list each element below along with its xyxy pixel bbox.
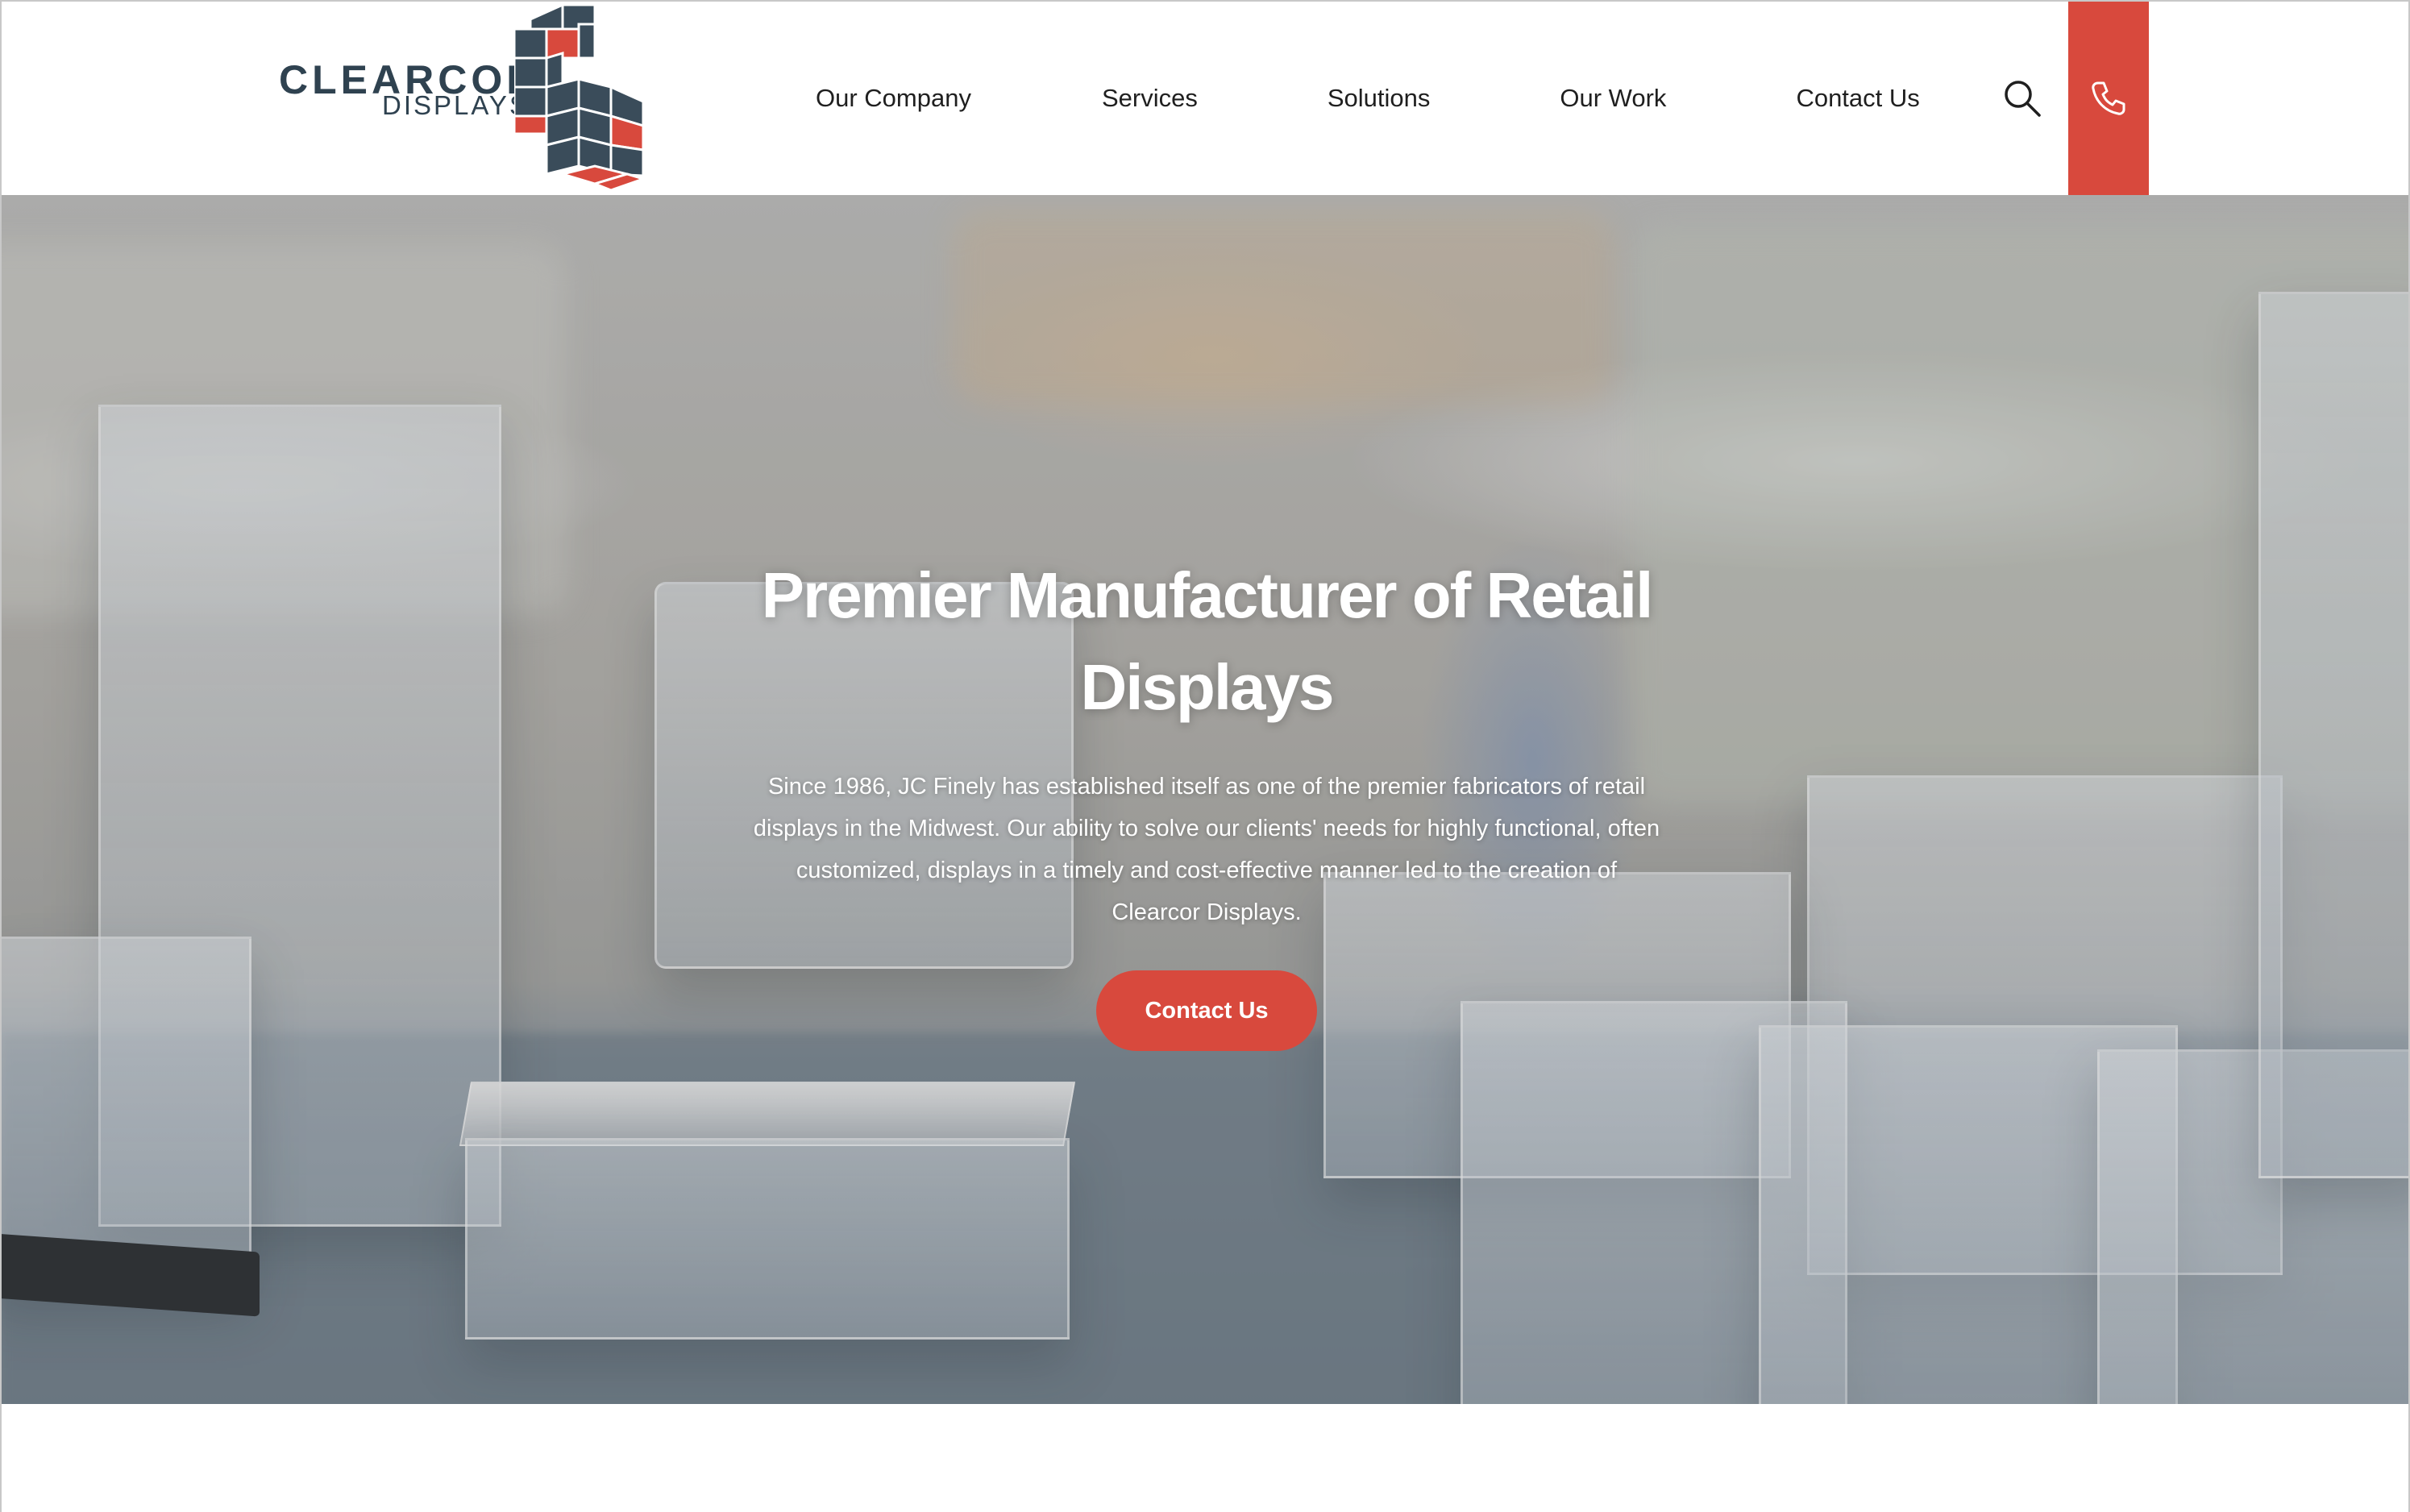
- site-header: CLEARCOR DISPLAYS Our Company Services S…: [2, 2, 2408, 195]
- hero-description: Since 1986, JC Finely has established it…: [753, 774, 1660, 925]
- logo-wordmark-displays: DISPLAYS: [382, 90, 530, 120]
- nav-solutions[interactable]: Solutions: [1328, 76, 1431, 121]
- main-nav: Our Company Services Solutions Our Work …: [775, 2, 1920, 195]
- nav-our-work[interactable]: Our Work: [1560, 76, 1666, 121]
- search-button[interactable]: [2002, 78, 2042, 118]
- nav-services[interactable]: Services: [1102, 76, 1198, 121]
- clearcor-logo[interactable]: CLEARCOR DISPLAYS: [276, 2, 647, 195]
- nav-our-company[interactable]: Our Company: [816, 76, 971, 121]
- hero-section: Premier Manufacturer of Retail Displays …: [2, 195, 2408, 1404]
- search-icon: [2005, 81, 2041, 117]
- hero-content: Premier Manufacturer of Retail Displays …: [723, 550, 1690, 1051]
- logo-cube-mark-icon: [514, 5, 647, 192]
- phone-icon: [2092, 81, 2125, 115]
- nav-contact-us[interactable]: Contact Us: [1796, 76, 1919, 121]
- phone-button[interactable]: [2068, 2, 2149, 195]
- below-hero-spacer: [2, 1404, 2408, 1512]
- contact-us-button[interactable]: Contact Us: [1096, 970, 1317, 1051]
- hero-title: Premier Manufacturer of Retail Displays: [761, 559, 1654, 723]
